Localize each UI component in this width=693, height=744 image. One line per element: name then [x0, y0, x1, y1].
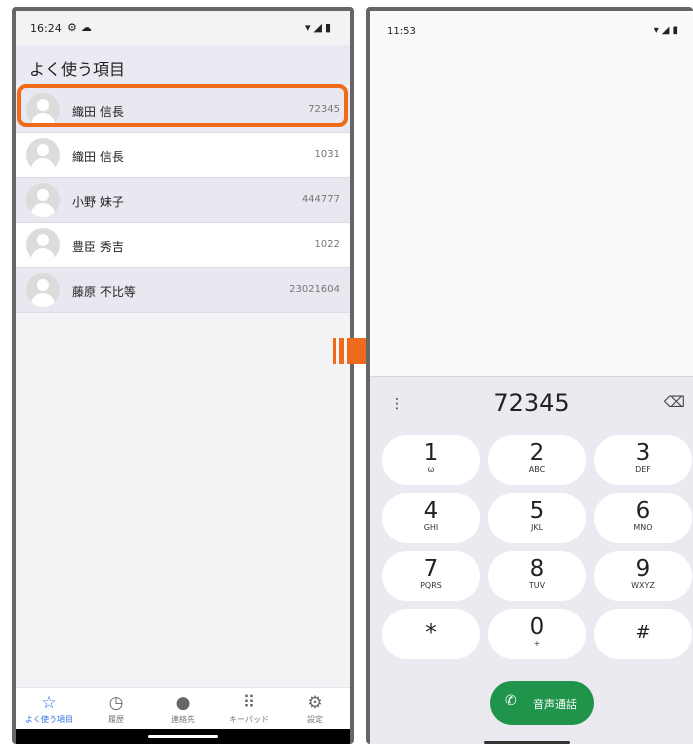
battery-icon: ▮ [672, 25, 681, 36]
key-digit: 0 [529, 614, 545, 640]
key-8[interactable]: 8 TUV [488, 551, 586, 601]
contact-row[interactable]: 豊臣 秀吉 1022 [16, 223, 350, 268]
dialpad-panel: ⋮ 72345 ⌫ 1 ω 2 ABC 3 DEF 4 GHI 5 JKL 6 … [370, 376, 693, 744]
phone-icon: ✆ [505, 693, 517, 709]
key-digit: 2 [529, 440, 545, 466]
key-digit: 7 [423, 556, 439, 582]
key-digit: 9 [635, 556, 651, 582]
key-digit: 4 [423, 498, 439, 524]
nav-contacts[interactable]: ● 連絡先 [150, 688, 216, 730]
favorites-header: よく使う項目 [16, 45, 350, 85]
nav-history[interactable]: ◷ 履歴 [83, 688, 149, 730]
avatar [26, 273, 60, 307]
avatar [26, 183, 60, 217]
bottom-navigation: ☆ よく使う項目 ◷ 履歴 ● 連絡先 ⠿ キーパッド ⚙ 設定 [16, 687, 350, 730]
star-icon: ☆ [41, 693, 57, 713]
key-letters: JKL [530, 523, 544, 532]
key-hash[interactable]: # [594, 609, 692, 659]
signal-icon: ◢ [661, 25, 673, 36]
key-star[interactable]: * [382, 609, 480, 659]
cloud-icon: ☁ [80, 21, 96, 34]
avatar [26, 138, 60, 172]
nav-label: よく使う項目 [25, 715, 73, 724]
key-digit: * [425, 620, 437, 646]
key-1[interactable]: 1 ω [382, 435, 480, 485]
status-right-icons: ▾◢▮ [654, 25, 681, 36]
key-digit: # [635, 622, 651, 643]
key-digit: 3 [635, 440, 651, 466]
key-letters: TUV [528, 581, 546, 590]
right-phone-frame: 11:53 ▾◢▮ ⋮ 72345 ⌫ 1 ω 2 ABC 3 DEF 4 GH… [366, 7, 693, 744]
voicemail-icon: ω [427, 465, 435, 474]
dialer-screen: 11:53 ▾◢▮ ⋮ 72345 ⌫ 1 ω 2 ABC 3 DEF 4 GH… [370, 11, 693, 744]
contact-row[interactable]: 小野 妹子 444777 [16, 178, 350, 223]
gesture-area [16, 729, 350, 744]
nav-keypad[interactable]: ⠿ キーパッド [216, 688, 282, 730]
call-button-label: 音声通話 [533, 698, 577, 711]
contact-row[interactable]: 藤原 不比等 23021604 [16, 268, 350, 313]
key-letters: GHI [423, 523, 439, 532]
battery-icon: ▮ [324, 21, 334, 34]
nav-favorites[interactable]: ☆ よく使う項目 [16, 688, 82, 730]
person-icon: ● [175, 693, 191, 713]
key-digit: 8 [529, 556, 545, 582]
contact-name: 小野 妹子 [72, 195, 124, 209]
nav-settings[interactable]: ⚙ 設定 [282, 688, 348, 730]
nav-label: 設定 [307, 715, 323, 724]
key-letters: DEF [635, 465, 651, 474]
page-title: よく使う項目 [29, 60, 126, 79]
avatar [26, 228, 60, 262]
nav-label: キーパッド [229, 715, 269, 724]
key-5[interactable]: 5 JKL [488, 493, 586, 543]
contact-row[interactable]: 織田 信長 1031 [16, 133, 350, 178]
contact-name: 織田 信長 [72, 150, 124, 164]
contact-name: 豊臣 秀吉 [72, 240, 124, 254]
key-letters: WXYZ [631, 581, 655, 590]
contact-number: 444777 [301, 194, 340, 205]
key-4[interactable]: 4 GHI [382, 493, 480, 543]
status-time: 16:24 [30, 22, 62, 35]
key-letters: + [533, 639, 541, 648]
contact-number: 1022 [314, 239, 340, 250]
key-digit: 6 [635, 498, 651, 524]
key-9[interactable]: 9 WXYZ [594, 551, 692, 601]
contact-name: 藤原 不比等 [72, 285, 136, 299]
key-0[interactable]: 0 + [488, 609, 586, 659]
signal-icon: ◢ [313, 21, 325, 34]
key-6[interactable]: 6 MNO [594, 493, 692, 543]
keypad-icon: ⠿ [242, 693, 256, 713]
settings-sync-icon: ⚙ [67, 21, 81, 34]
key-letters: MNO [633, 523, 653, 532]
selection-highlight [17, 84, 348, 127]
key-letters: PQRS [420, 581, 442, 590]
status-left-icons: ⚙☁ [67, 21, 96, 34]
key-digit: 1 [423, 440, 439, 466]
gesture-handle[interactable] [148, 735, 218, 738]
status-bar: 16:24 ⚙☁ ▾◢▮ [16, 11, 350, 45]
nav-label: 履歴 [108, 715, 124, 724]
gear-icon: ⚙ [307, 693, 323, 713]
key-letters: ABC [528, 465, 546, 474]
contact-number: 1031 [314, 149, 340, 160]
key-digit: 5 [529, 498, 545, 524]
key-2[interactable]: 2 ABC [488, 435, 586, 485]
key-3[interactable]: 3 DEF [594, 435, 692, 485]
backspace-icon[interactable]: ⌫ [664, 393, 685, 411]
nav-label: 連絡先 [171, 715, 195, 724]
status-right-icons: ▾◢▮ [305, 21, 334, 34]
voice-call-button[interactable]: ✆ 音声通話 [490, 681, 594, 725]
dialed-number: 72345 [493, 389, 570, 417]
history-icon: ◷ [108, 693, 124, 713]
contact-number: 23021604 [289, 284, 340, 295]
key-7[interactable]: 7 PQRS [382, 551, 480, 601]
status-time: 11:53 [387, 26, 416, 37]
wifi-icon: ▾ [653, 25, 662, 36]
